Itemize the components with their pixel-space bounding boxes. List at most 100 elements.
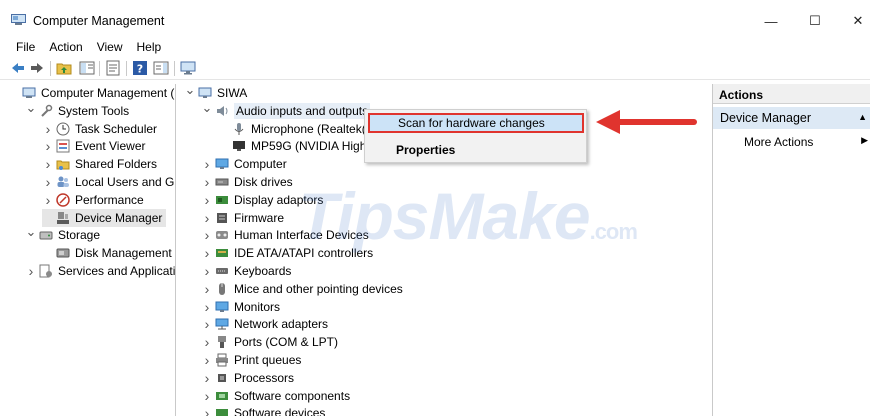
tree-item-software-devices[interactable]: › Software devices <box>201 404 325 416</box>
hid-icon <box>215 228 229 242</box>
chevron-right-icon[interactable]: › <box>201 299 213 315</box>
menu-file[interactable]: File <box>9 38 42 56</box>
tree-item-task-scheduler[interactable]: › Task Scheduler <box>42 120 157 138</box>
tree-item-software-components[interactable]: › Software components <box>201 387 350 405</box>
properties-menu-item[interactable]: Properties <box>368 140 584 160</box>
system-tools-icon <box>39 104 53 118</box>
tree-item-microphone-realtek-r[interactable]: Microphone (Realtek(R <box>218 120 374 138</box>
actions-header: Actions <box>713 84 870 104</box>
chevron-down-icon[interactable]: ⌄ <box>25 100 37 115</box>
tree-item-label: Storage <box>58 228 101 243</box>
chevron-down-icon[interactable]: ⌄ <box>184 84 196 97</box>
chevron-right-icon[interactable]: › <box>42 174 54 190</box>
keyboard-icon <box>215 264 229 278</box>
back-arrow-icon[interactable] <box>10 60 26 76</box>
forward-arrow-icon[interactable] <box>29 60 45 76</box>
menu-action[interactable]: Action <box>42 38 89 56</box>
tree-item-print-queues[interactable]: › Print queues <box>201 351 302 369</box>
actions-device-manager-section[interactable]: Device Manager ▲ <box>713 107 870 129</box>
tree-item-label: Processors <box>234 370 295 385</box>
toolbar-separator <box>99 61 100 76</box>
chevron-right-icon[interactable]: › <box>201 192 213 208</box>
display-adapter-icon <box>215 193 229 207</box>
more-actions-link[interactable]: More Actions <box>744 135 813 149</box>
port-icon <box>215 335 229 349</box>
tree-item-performance[interactable]: › Performance <box>42 191 144 209</box>
menu-view[interactable]: View <box>90 38 130 56</box>
tree-item-firmware[interactable]: › Firmware <box>201 209 284 227</box>
tree-item-siwa[interactable]: ⌄ SIWA <box>184 84 248 102</box>
tree-item-label: Task Scheduler <box>75 121 158 136</box>
tree-item-shared-folders[interactable]: › Shared Folders <box>42 155 157 173</box>
scan-for-hardware-changes-menu-item[interactable]: Scan for hardware changes <box>368 113 584 133</box>
ide-controller-icon <box>215 246 229 260</box>
chevron-right-icon[interactable]: › <box>201 316 213 332</box>
tree-item-storage[interactable]: ⌄ Storage <box>25 224 101 244</box>
computer-management-icon <box>22 86 36 100</box>
menu-help[interactable]: Help <box>130 38 169 56</box>
tree-item-audio-inputs-and-outputs[interactable]: ⌄ Audio inputs and outputs <box>201 100 371 120</box>
properties-sheet-icon[interactable] <box>105 60 121 76</box>
help-icon[interactable]: ? <box>132 60 148 76</box>
tree-item-disk-drives[interactable]: › Disk drives <box>201 173 293 191</box>
chevron-right-icon[interactable]: › <box>42 138 54 154</box>
event-viewer-icon <box>56 139 70 153</box>
monitor-speaker-icon <box>232 139 246 153</box>
chevron-right-icon[interactable]: › <box>201 352 213 368</box>
action-pane-icon[interactable] <box>153 60 169 76</box>
chevron-down-icon[interactable]: ⌄ <box>201 100 213 115</box>
chevron-right-icon[interactable]: › <box>201 156 213 172</box>
chevron-right-icon[interactable]: › <box>201 334 213 350</box>
chevron-down-icon[interactable]: ⌄ <box>25 224 37 239</box>
tree-item-label: SIWA <box>217 86 248 100</box>
chevron-right-icon[interactable]: › <box>201 174 213 190</box>
tree-item-network-adapters[interactable]: › Network adapters <box>201 315 328 333</box>
tree-item-label: Computer Management (Lo <box>41 86 176 100</box>
maximize-button[interactable]: ☐ <box>800 10 830 32</box>
chevron-right-icon[interactable]: › <box>42 121 54 137</box>
tree-item-disk-management[interactable]: Disk Management <box>42 244 172 262</box>
chevron-right-icon[interactable]: › <box>201 370 213 386</box>
minimize-button[interactable]: — <box>756 10 786 32</box>
toolbar-separator <box>50 61 51 76</box>
tree-item-services-and-application[interactable]: › Services and Application <box>25 262 175 280</box>
tree-item-computer[interactable]: › Computer <box>201 155 287 173</box>
red-arrow-annotation <box>596 110 697 134</box>
collapse-up-icon[interactable]: ▲ <box>858 112 867 122</box>
tree-item-keyboards[interactable]: › Keyboards <box>201 262 292 280</box>
tree-item-label: Audio inputs and outputs <box>234 102 371 119</box>
svg-text:?: ? <box>137 63 143 76</box>
chevron-right-icon[interactable]: › <box>201 227 213 243</box>
tree-item-system-tools[interactable]: ⌄ System Tools <box>25 100 130 120</box>
chevron-right-icon[interactable]: › <box>42 156 54 172</box>
tree-item-label: Microphone (Realtek(R <box>251 121 375 136</box>
show-hide-tree-icon[interactable] <box>79 60 95 76</box>
chevron-right-icon[interactable]: › <box>201 245 213 261</box>
chevron-right-icon[interactable]: › <box>201 405 213 416</box>
close-button[interactable]: ✕ <box>843 10 870 32</box>
tree-item-ports-com-lpt[interactable]: › Ports (COM & LPT) <box>201 333 338 351</box>
tree-item-monitors[interactable]: › Monitors <box>201 298 280 316</box>
tree-item-device-manager[interactable]: Device Manager <box>42 208 167 227</box>
toolbar-separator <box>126 61 127 76</box>
firmware-icon <box>215 211 229 225</box>
monitor-toolbar-icon[interactable] <box>180 60 196 76</box>
tree-item-processors[interactable]: › Processors <box>201 369 294 387</box>
chevron-right-icon[interactable]: › <box>201 263 213 279</box>
tree-item-label: Monitors <box>234 299 281 314</box>
tree-item-label: Shared Folders <box>75 157 158 172</box>
chevron-right-icon[interactable]: › <box>201 281 213 297</box>
tree-item-local-users-and-grou[interactable]: › Local Users and Grou <box>42 173 175 191</box>
tree-item-mp59g-nvidia-high[interactable]: MP59G (NVIDIA High <box>218 137 366 155</box>
chevron-right-icon[interactable]: › <box>25 263 37 279</box>
tree-item-mice-and-other-pointing-devices[interactable]: › Mice and other pointing devices <box>201 280 403 298</box>
chevron-right-icon[interactable]: › <box>201 210 213 226</box>
chevron-right-icon[interactable]: › <box>42 192 54 208</box>
disk-drive-icon <box>215 175 229 189</box>
tree-item-event-viewer[interactable]: › Event Viewer <box>42 137 146 155</box>
up-folder-icon[interactable] <box>56 60 72 76</box>
chevron-right-icon[interactable]: › <box>201 388 213 404</box>
